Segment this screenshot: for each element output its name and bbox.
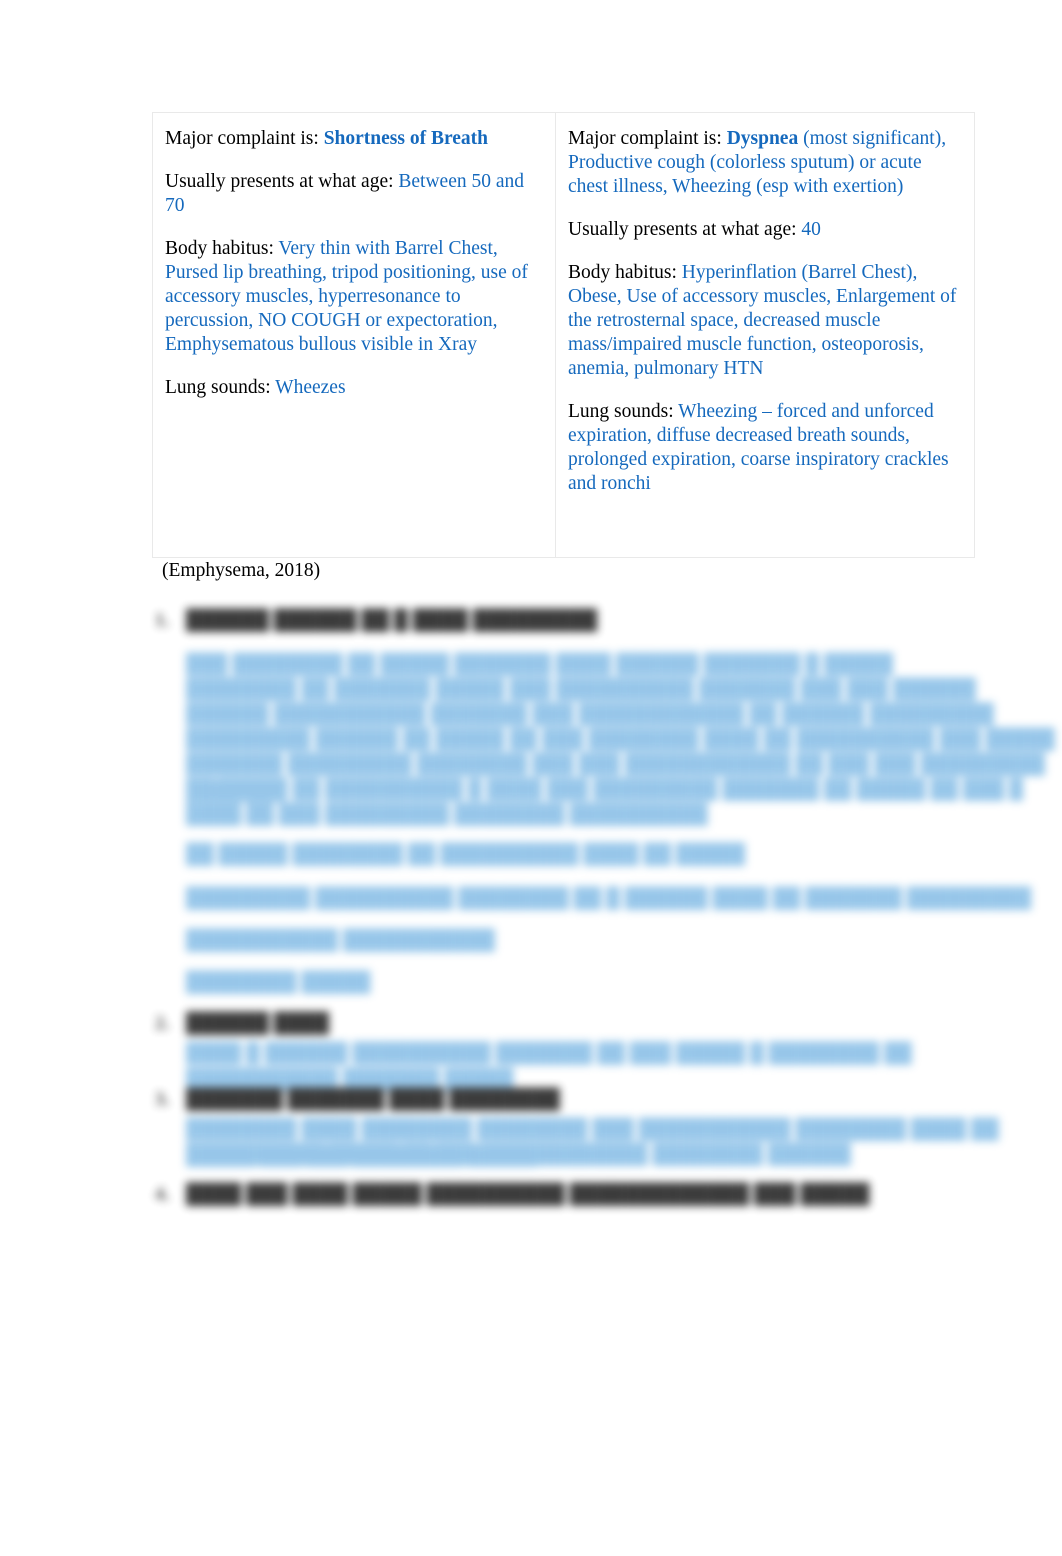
field-value: Wheezes — [275, 376, 346, 398]
list-item-body-line: ████ █ ██████ ██████████ ███████ ██ ███ … — [186, 1043, 912, 1090]
field-major-complaint-left: Major complaint is: Shortness of Breath — [165, 127, 541, 151]
field-age-left: Usually presents at what age: Between 50… — [165, 170, 541, 218]
list-item-body-line: ███ ████████ ██ █████ ███████ ████ █████… — [186, 654, 894, 675]
list-item-body-line: ████████ ██ ███████ █████ ███ ██████████… — [186, 679, 976, 700]
field-value: Shortness of Breath — [323, 128, 488, 149]
table-cell-emphysema: Major complaint is: Shortness of Breath … — [152, 112, 556, 558]
field-label: Lung sounds: — [165, 376, 271, 398]
list-item-heading-3: ███████ ███████ ████ ████████ — [186, 1089, 560, 1110]
list-item-heading-1: ██████ ██████ ██ █ ████ █████████ — [186, 610, 598, 631]
list-item-sub-line: █████████ ██████████ ████████ ██ █ █████… — [186, 888, 1032, 909]
emphysema-vs-bronchitis-comparison-table: Major complaint is: Shortness of Breath … — [152, 112, 975, 558]
blurred-question-list: 1. ██████ ██████ ██ █ ████ █████████ ███… — [0, 596, 1062, 1236]
list-item-number-3: 3. — [155, 1089, 170, 1110]
field-major-complaint-right: Major complaint is: Dyspnea (most signif… — [568, 127, 960, 199]
list-item-number-2: 2. — [155, 1013, 170, 1034]
field-label: Usually presents at what age: — [568, 218, 797, 240]
list-item-sub-line: ████████ █████ — [186, 972, 371, 993]
field-value: 40 — [801, 218, 821, 240]
field-lung-sounds-left: Lung sounds: Wheezes — [165, 376, 541, 400]
field-body-habitus-right: Body habitus: Hyperinflation (Barrel Che… — [568, 261, 960, 381]
list-item-number-1: 1. — [155, 610, 170, 631]
list-item-body-line: ██████████ █████ ██ ███ ████████████ ███… — [186, 1144, 851, 1165]
field-label: Lung sounds: — [568, 400, 674, 422]
list-item-heading-4: ████ ███ ████ █████ ██████████ █████████… — [186, 1184, 870, 1205]
field-label: Major complaint is: — [165, 128, 319, 149]
field-value-bold: Dyspnea — [726, 128, 799, 149]
field-label: Usually presents at what age: — [165, 170, 394, 192]
list-item-number-4: 4. — [155, 1184, 170, 1205]
field-age-right: Usually presents at what age: 40 — [568, 218, 960, 242]
field-body-habitus-left: Body habitus: Very thin with Barrel Ches… — [165, 237, 541, 357]
field-label: Body habitus: — [165, 237, 274, 259]
list-item-body-line: █████████ ██████ ██ █████ ██ ███ ███████… — [186, 729, 1055, 750]
list-item-body-line: ██ █████ ██ ██████████ █ ████ ███ ██████… — [186, 779, 1024, 800]
list-item-body-line: ████ ██ ███ █████████ ████████ █████████… — [186, 804, 708, 825]
table-cell-chronic-bronchitis: Major complaint is: Dyspnea (most signif… — [555, 112, 975, 558]
list-item-heading-2: ██████ ████ — [186, 1013, 330, 1034]
citation-emphysema-2018: (Emphysema, 2018) — [162, 560, 321, 581]
table-row: Major complaint is: Shortness of Breath … — [152, 112, 975, 558]
list-item-sub-line: ███████████ ███████████ — [186, 930, 495, 951]
field-lung-sounds-right: Lung sounds: Wheezing – forced and unfor… — [568, 400, 960, 496]
field-label: Major complaint is: — [568, 128, 722, 149]
field-label: Body habitus: — [568, 261, 677, 283]
list-item-body-line: ██████ ███████████ ███████ ███ █████████… — [186, 704, 994, 725]
list-item-sub-line: ██ █████ ████████ ██ ██████████ ████ ██ … — [186, 844, 746, 865]
